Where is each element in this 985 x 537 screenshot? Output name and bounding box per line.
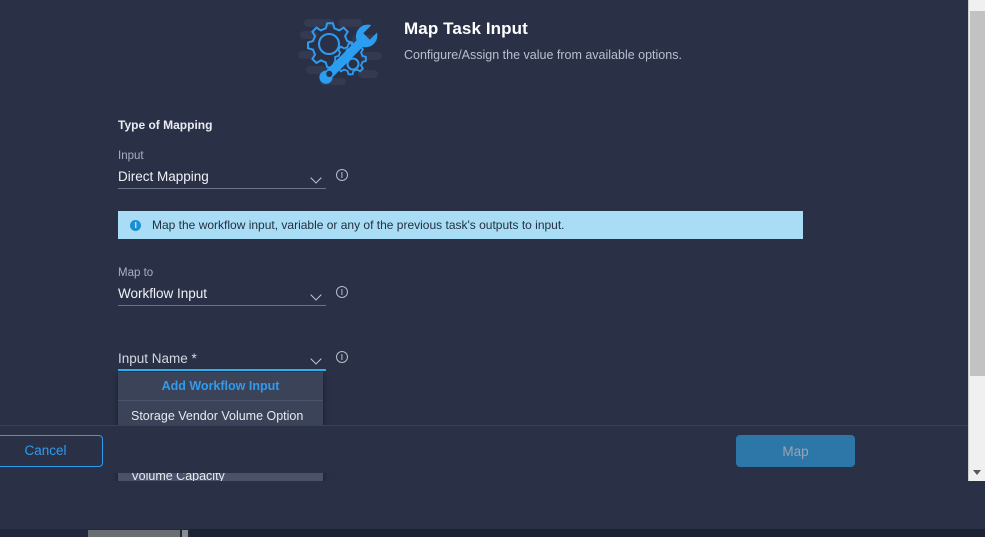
dialog-footer: Cancel Map bbox=[0, 425, 968, 473]
section-title-type-of-mapping: Type of Mapping bbox=[118, 118, 213, 132]
chevron-down-icon[interactable] bbox=[310, 171, 323, 184]
dialog-header: Map Task Input Configure/Assign the valu… bbox=[298, 0, 968, 96]
input-type-select[interactable]: Direct Mapping bbox=[118, 166, 348, 189]
info-banner: Map the workflow input, variable or any … bbox=[118, 211, 803, 239]
info-circle-icon[interactable] bbox=[336, 286, 348, 298]
app-window: Map Task Input Configure/Assign the valu… bbox=[0, 0, 985, 537]
scrollbar-up-arrow[interactable] bbox=[969, 0, 985, 11]
os-taskbar-right bbox=[190, 529, 985, 537]
field-label-input: Input bbox=[118, 150, 144, 162]
dialog-content-viewport: Map Task Input Configure/Assign the valu… bbox=[0, 0, 968, 481]
field-map-to: Map to Workflow Input bbox=[118, 266, 348, 306]
field-label-map-to: Map to bbox=[118, 267, 154, 279]
scrollbar-down-arrow[interactable] bbox=[969, 464, 985, 481]
vertical-scrollbar[interactable] bbox=[968, 0, 985, 481]
input-type-select-value: Direct Mapping bbox=[118, 169, 209, 184]
os-taskbar-item bbox=[182, 530, 188, 537]
info-circle-icon[interactable] bbox=[336, 351, 348, 363]
page-title: Map Task Input bbox=[404, 19, 528, 38]
os-taskbar-strip bbox=[0, 529, 985, 537]
gears-wrench-icon bbox=[298, 8, 388, 96]
cancel-button[interactable]: Cancel bbox=[0, 435, 103, 467]
os-taskbar-item bbox=[88, 530, 180, 537]
scrollbar-thumb[interactable] bbox=[970, 11, 985, 376]
input-name-select[interactable]: Input Name * bbox=[118, 348, 348, 371]
info-banner-text: Map the workflow input, variable or any … bbox=[152, 218, 565, 232]
input-name-select-placeholder: Input Name * bbox=[118, 350, 197, 366]
add-workflow-input-button[interactable]: Add Workflow Input bbox=[118, 372, 323, 401]
page-subtitle: Configure/Assign the value from availabl… bbox=[404, 48, 682, 62]
chevron-down-icon[interactable] bbox=[310, 288, 323, 301]
info-circle-icon[interactable] bbox=[336, 169, 348, 181]
map-to-select-value: Workflow Input bbox=[118, 286, 208, 301]
info-circle-icon bbox=[130, 219, 141, 231]
chevron-down-icon[interactable] bbox=[310, 352, 323, 365]
dialog-header-text: Map Task Input Configure/Assign the valu… bbox=[404, 8, 682, 63]
map-button[interactable]: Map bbox=[736, 435, 855, 467]
field-input: Input Direct Mapping bbox=[118, 149, 348, 189]
map-to-select[interactable]: Workflow Input bbox=[118, 283, 348, 306]
